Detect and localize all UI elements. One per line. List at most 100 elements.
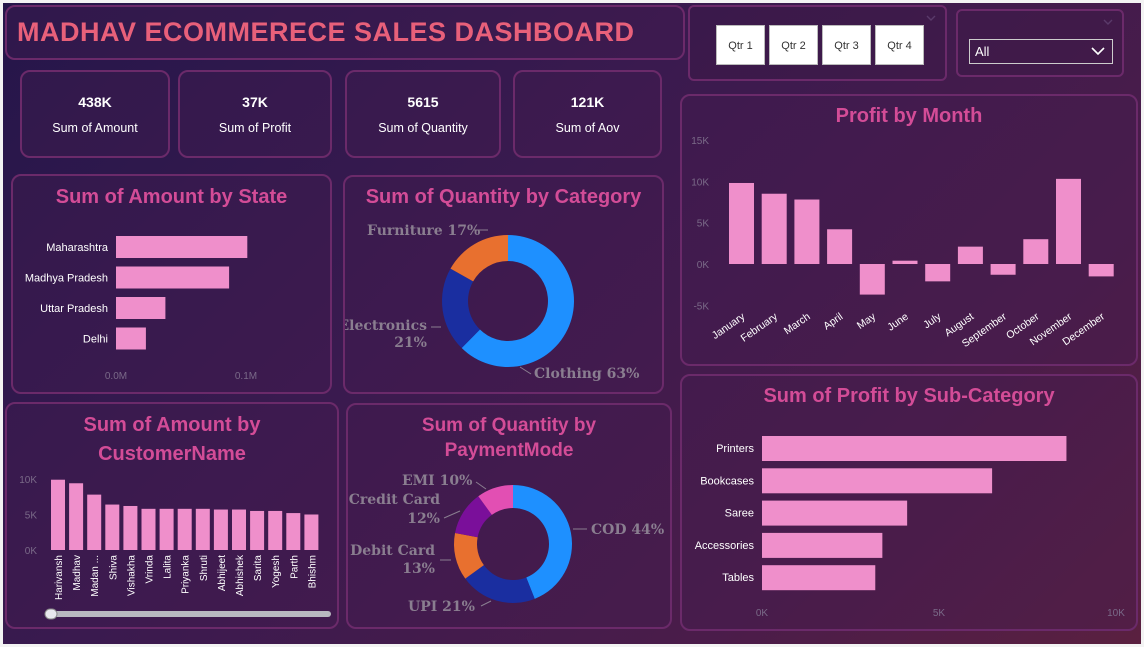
kpi-label: Sum of Amount — [52, 121, 138, 135]
category-label: Delhi — [83, 334, 108, 346]
y-tick-label: 10K — [691, 177, 709, 188]
bar — [116, 297, 166, 319]
leader-line — [480, 600, 492, 607]
kpi-card-amount: 438K Sum of Amount — [20, 70, 170, 158]
chevron-down-icon — [1091, 47, 1105, 56]
profit-by-subcategory-chart: Printers Bookcases Saree Accessories Tables 0… — [695, 436, 1125, 619]
bar — [213, 509, 228, 550]
amount-by-state-chart: Maharashtra Madhya Pradesh Uttar Pradesh De… — [25, 236, 257, 382]
data-label: Debit Card — [350, 543, 435, 559]
profit-by-month-chart: 15K10K5K0K-5KJanuaryFebruary March April Ma… — [691, 136, 1114, 350]
x-tick-label: Parth — [289, 555, 300, 579]
bar — [990, 264, 1016, 275]
bar — [105, 504, 120, 550]
x-tick-label: Abhijeet — [217, 555, 228, 591]
x-tick-label: Priyanka — [181, 555, 192, 594]
bar — [141, 508, 156, 550]
kpi-card-profit: 37K Sum of Profit — [178, 70, 332, 158]
bar — [116, 236, 248, 258]
bar — [69, 483, 84, 550]
y-tick-label: -5K — [693, 301, 709, 312]
state-dropdown[interactable]: All — [969, 39, 1113, 64]
x-tick-label: Yogesh — [271, 555, 282, 588]
x-tick-label: March — [782, 311, 813, 338]
kpi-label: Sum of Profit — [218, 121, 292, 135]
chevron-down-icon[interactable] — [1103, 17, 1113, 27]
qtr-4-button[interactable]: Qtr 4 — [875, 25, 924, 65]
bar — [729, 182, 754, 264]
x-tick-label: Shruti — [199, 555, 210, 581]
quantity-by-paymentmode-card: Sum of Quantity by PaymentMode COD 44% UP… — [346, 403, 672, 629]
x-tick-label: Sarita — [253, 555, 264, 582]
data-label: Furniture 17% — [367, 223, 480, 239]
x-tick-label: May — [855, 310, 879, 332]
x-tick-label: June — [885, 311, 911, 334]
y-tick-label: 0K — [697, 260, 710, 271]
kpi-card-quantity: 5615 Sum of Quantity — [345, 70, 501, 158]
data-label: 21% — [394, 335, 427, 351]
bar — [859, 264, 885, 295]
category-label: Uttar Pradesh — [40, 303, 108, 315]
chevron-down-icon[interactable] — [926, 13, 936, 23]
leader-line — [475, 481, 487, 490]
x-tick-label: Abhishek — [235, 554, 246, 596]
kpi-label: Sum of Quantity — [378, 121, 468, 135]
bar — [762, 532, 883, 558]
quarter-slicer: Qtr 1 Qtr 2 Qtr 3 Qtr 4 — [688, 5, 947, 81]
data-label: UPI 21% — [408, 599, 475, 615]
bar — [116, 327, 146, 350]
bar — [762, 565, 876, 591]
x-tick-label: 10K — [1107, 608, 1125, 619]
page-title: MADHAV ECOMMERECE SALES DASHBOARD — [17, 17, 635, 47]
kpi-card-aov: 121K Sum of Aov — [513, 70, 662, 158]
kpi-value: 37K — [242, 94, 268, 110]
bar — [762, 500, 908, 526]
x-tick-label: April — [821, 311, 845, 333]
title-card: MADHAV ECOMMERECE SALES DASHBOARD — [5, 5, 685, 60]
y-tick-label: 0K — [25, 546, 38, 557]
x-tick-label: 0K — [756, 608, 769, 619]
bar — [957, 246, 983, 264]
qtr-2-button[interactable]: Qtr 2 — [769, 25, 818, 65]
category-label: Saree — [725, 508, 754, 520]
x-tick-label: Shiva — [108, 555, 119, 580]
x-tick-label: Madan ... — [90, 555, 101, 597]
qtr-3-button[interactable]: Qtr 3 — [822, 25, 871, 65]
bar — [177, 508, 192, 550]
y-tick-label: 5K — [25, 511, 38, 522]
y-tick-label: 10K — [19, 475, 37, 486]
kpi-value: 438K — [78, 94, 112, 110]
data-label: 12% — [407, 511, 440, 527]
category-label: Printers — [716, 443, 754, 455]
category-label: Bookcases — [700, 475, 754, 487]
amount-by-customer-card: Sum of Amount by CustomerName 10K 5K 0K Har… — [5, 402, 339, 629]
x-tick-label: Vishakha — [126, 555, 137, 596]
x-tick-label: Vrinda — [145, 555, 156, 584]
bar — [892, 260, 918, 264]
data-label: COD 44% — [591, 522, 664, 538]
x-tick-label: Bhishm — [307, 555, 318, 588]
category-label: Madhya Pradesh — [25, 273, 108, 285]
quantity-by-category-chart: Furniture 17% Electronics21% Clothing 63% — [345, 223, 639, 382]
bar — [794, 199, 820, 264]
category-label: Maharashtra — [46, 242, 109, 254]
kpi-label: Sum of Aov — [555, 121, 620, 135]
bar — [195, 508, 210, 550]
kpi-value: 5615 — [407, 94, 439, 110]
bar — [762, 468, 993, 494]
state-slicer: All — [956, 9, 1124, 77]
bar — [925, 264, 951, 282]
x-tick-label: Harivansh — [54, 555, 65, 600]
profit-by-subcategory-card: Sum of Profit by Sub-Category Printers Bo… — [680, 374, 1138, 631]
x-tick-label: 0.1M — [235, 371, 257, 382]
kpi-value: 121K — [570, 94, 605, 110]
qtr-1-button[interactable]: Qtr 1 — [716, 25, 765, 65]
data-label: 13% — [402, 561, 435, 577]
category-label: Tables — [722, 572, 754, 584]
scrollbar-track — [45, 611, 331, 617]
bar — [1088, 264, 1114, 277]
amount-by-customer-chart: 10K 5K 0K Harivansh Madhav Madan ... Shiva Vish… — [19, 475, 331, 620]
bar — [250, 510, 265, 550]
data-label: Electronics — [345, 318, 427, 334]
category-label: Accessories — [695, 540, 755, 552]
